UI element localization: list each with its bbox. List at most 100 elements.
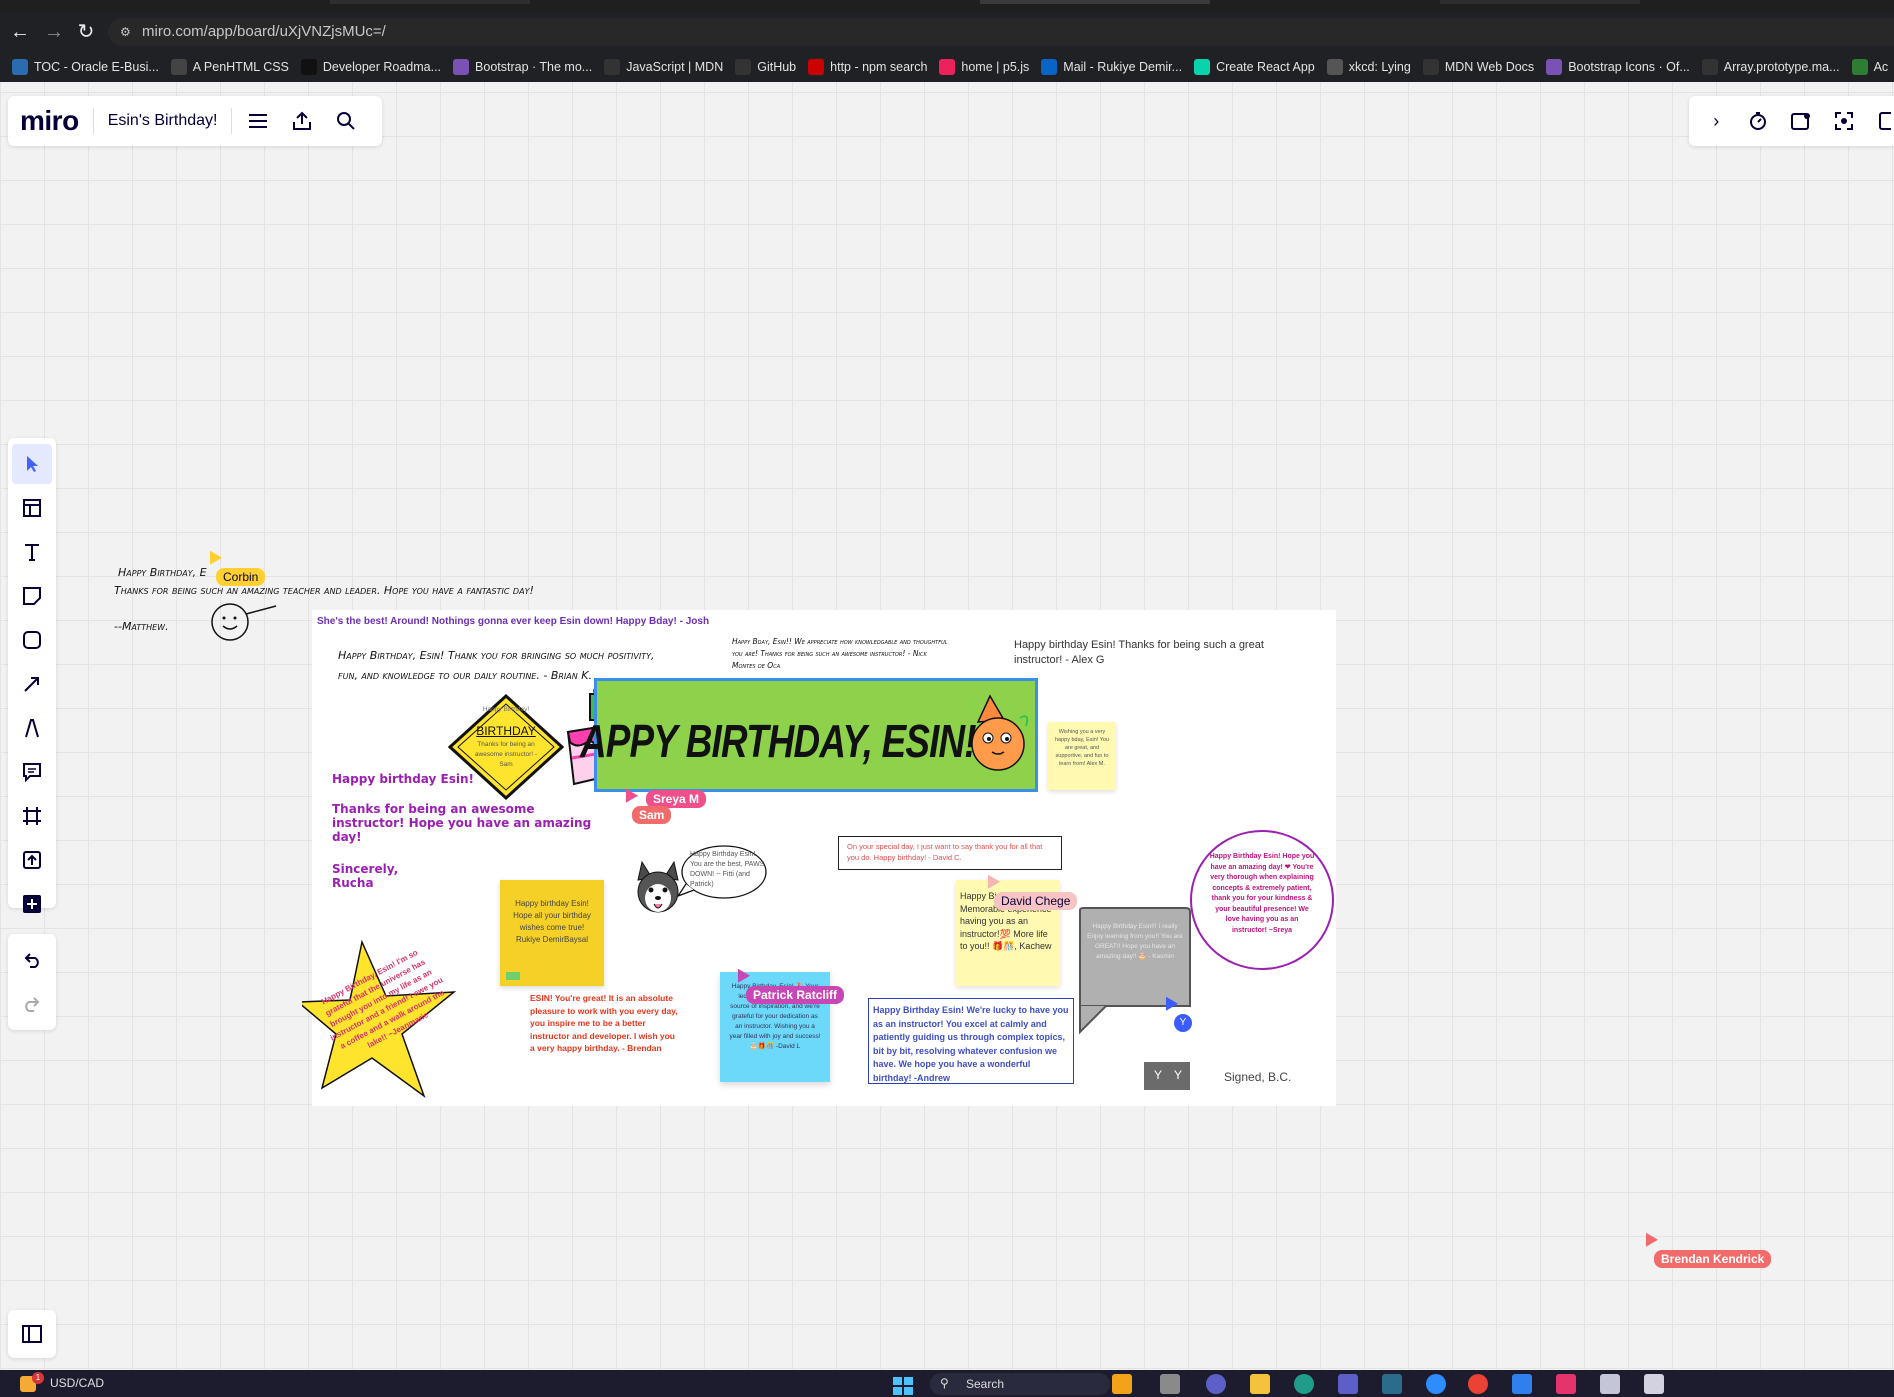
bookmark-favicon-icon — [1422, 59, 1439, 75]
bookmark-item[interactable]: Developer Roadma... — [300, 59, 441, 75]
redo-icon[interactable] — [12, 984, 52, 1024]
signed-bc-note[interactable]: Signed, B.C. — [1224, 1070, 1291, 1084]
party-cat-icon[interactable] — [964, 692, 1034, 776]
bookmark-item[interactable]: Bootstrap Icons · Of... — [1546, 59, 1690, 75]
avatar-tiles[interactable] — [1144, 1062, 1190, 1090]
teams-icon[interactable] — [1338, 1374, 1358, 1394]
bookmark-label: home | p5.js — [961, 60, 1030, 74]
taskbar-app-icon[interactable] — [1206, 1374, 1226, 1394]
notepad-icon[interactable] — [1600, 1374, 1620, 1394]
bookmark-favicon-icon — [1546, 59, 1563, 75]
bookmark-item[interactable]: JavaScript | MDN — [604, 59, 723, 75]
focus-icon[interactable] — [1834, 110, 1854, 132]
select-tool-icon[interactable] — [12, 444, 52, 484]
back-arrow-icon[interactable]: ← — [8, 20, 32, 44]
templates-icon[interactable] — [12, 488, 52, 528]
bookmark-label: GitHub — [757, 60, 797, 74]
alexm-note-text: Wishing you a very happy bday, Esin! You… — [1054, 729, 1110, 767]
board-name[interactable]: Esin's Birthday! — [108, 112, 218, 130]
board-canvas[interactable]: miro Esin's Birthday! › Happy Birthday, … — [0, 82, 1894, 1370]
diamond-title: BIRTHDAY — [476, 724, 536, 738]
matthew-note-line1[interactable]: Happy Birthday, E — [118, 566, 207, 579]
matthew-note-body[interactable]: Thanks for being such an amazing teacher… — [114, 582, 544, 600]
matthew-note-sign[interactable]: --Matthew. — [114, 620, 169, 633]
bookmark-item[interactable]: home | p5.js — [939, 59, 1029, 75]
browser-tab[interactable] — [330, 0, 530, 4]
export-icon[interactable] — [290, 109, 314, 133]
bookmark-item[interactable]: Create React App — [1194, 59, 1315, 75]
davidc-note[interactable]: On your special day, I just want to say … — [838, 836, 1062, 870]
bookmark-item[interactable]: Array.prototype.ma... — [1701, 59, 1840, 75]
connection-line-icon[interactable] — [12, 664, 52, 704]
browser-tab[interactable] — [980, 0, 1210, 4]
josh-note[interactable]: She's the best! Around! Nothings gonna e… — [317, 616, 709, 627]
husky-dog-icon[interactable] — [634, 860, 682, 922]
smiley-drawing[interactable] — [206, 600, 286, 642]
upload-icon[interactable] — [12, 840, 52, 880]
rucha-note-sign[interactable]: Sincerely, Rucha — [332, 862, 412, 890]
rucha-note-line2[interactable]: Thanks for being an awesome instructor! … — [332, 802, 592, 844]
more-apps-icon[interactable] — [12, 884, 52, 924]
nick-note[interactable]: Happy Bday, Esin!! We appreciate how kno… — [732, 636, 952, 672]
rukiye-sticky-note[interactable]: Happy birthday Esin! Hope all your birth… — [500, 880, 604, 986]
ticker-text[interactable]: USD/CAD — [50, 1376, 104, 1390]
brendan-note[interactable]: ESIN! You're great! It is an absolute pl… — [530, 992, 680, 1055]
andrew-note[interactable]: Happy Birthday Esin! We're lucky to have… — [868, 998, 1074, 1084]
shape-tool-icon[interactable] — [12, 620, 52, 660]
bookmark-item[interactable]: GitHub — [735, 59, 796, 75]
chevron-right-icon[interactable]: › — [1707, 110, 1726, 132]
taskbar-search[interactable]: ⚲ Search — [930, 1373, 1110, 1395]
intellij-icon[interactable] — [1556, 1374, 1576, 1394]
bookmark-item[interactable]: TOC - Oracle E-Busi... — [12, 59, 159, 75]
taskbar-app-icon[interactable] — [1382, 1374, 1402, 1394]
bookmark-item[interactable]: Bootstrap · The mo... — [453, 59, 592, 75]
snipping-tool-icon[interactable] — [1644, 1374, 1664, 1394]
sreya-note-text: Happy Birthday Esin! Hope you have an am… — [1209, 853, 1315, 934]
site-info-icon[interactable]: ⚙ — [120, 18, 131, 46]
edge-browser-icon[interactable] — [1294, 1374, 1314, 1394]
bookmark-label: Ac — [1873, 60, 1889, 74]
cursor-label-patrick: Patrick Ratcliff — [746, 986, 845, 1004]
bookmark-label: xkcd: Lying — [1348, 60, 1411, 74]
bookmark-favicon-icon — [453, 59, 470, 75]
windows-start-icon[interactable] — [892, 1376, 914, 1395]
bookmark-item[interactable]: Ac — [1851, 59, 1889, 75]
voting-icon[interactable] — [1790, 110, 1812, 132]
chrome-icon[interactable] — [1468, 1374, 1488, 1394]
comment-icon[interactable] — [12, 752, 52, 792]
bookmark-item[interactable]: http - npm search — [808, 59, 927, 75]
browser-tab[interactable] — [1440, 0, 1640, 4]
pen-tool-icon[interactable] — [12, 708, 52, 748]
cursor-arrow-icon — [203, 547, 223, 565]
url-field[interactable]: ⚙ miro.com/app/board/uXjVNZjsMUc=/ — [108, 18, 1894, 46]
banner-title: APPY BIRTHDAY, ESIN! — [580, 715, 977, 767]
taskbar-app-icon[interactable] — [1160, 1374, 1180, 1394]
forward-arrow-icon[interactable]: → — [42, 20, 66, 44]
alexg-note[interactable]: Happy birthday Esin! Thanks for being su… — [1014, 638, 1314, 668]
bookmark-item[interactable]: A PenHTML CSS — [170, 59, 289, 75]
more-icon[interactable] — [1876, 110, 1894, 132]
creation-toolbar — [8, 438, 56, 913]
rucha-note-line1[interactable]: Happy birthday Esin! — [332, 772, 474, 786]
zoom-icon[interactable] — [1426, 1374, 1446, 1394]
bookmark-label: Mail - Rukiye Demir... — [1063, 60, 1183, 74]
alexm-sticky-note[interactable]: Wishing you a very happy bday, Esin! You… — [1048, 722, 1116, 790]
undo-icon[interactable] — [12, 940, 52, 980]
menu-icon[interactable] — [246, 109, 270, 133]
bookmark-item[interactable]: MDN Web Docs — [1422, 59, 1534, 75]
timer-icon[interactable] — [1748, 110, 1768, 132]
sticky-note-icon[interactable] — [12, 576, 52, 616]
file-explorer-icon[interactable] — [1250, 1374, 1270, 1394]
vscode-icon[interactable] — [1512, 1374, 1532, 1394]
frames-panel-icon[interactable] — [8, 1310, 56, 1358]
reload-icon[interactable]: ↻ — [74, 20, 98, 44]
bookmark-item[interactable]: xkcd: Lying — [1326, 59, 1411, 75]
bookmark-label: http - npm search — [830, 60, 928, 74]
bookmark-item[interactable]: Mail - Rukiye Demir... — [1041, 59, 1182, 75]
frame-icon[interactable] — [12, 796, 52, 836]
text-tool-icon[interactable] — [12, 532, 52, 572]
miro-logo[interactable]: miro — [20, 105, 79, 137]
taskbar-app-icon[interactable] — [1112, 1374, 1132, 1394]
sreya-circle-note[interactable]: Happy Birthday Esin! Hope you have an am… — [1190, 830, 1334, 970]
search-icon[interactable] — [334, 109, 358, 133]
